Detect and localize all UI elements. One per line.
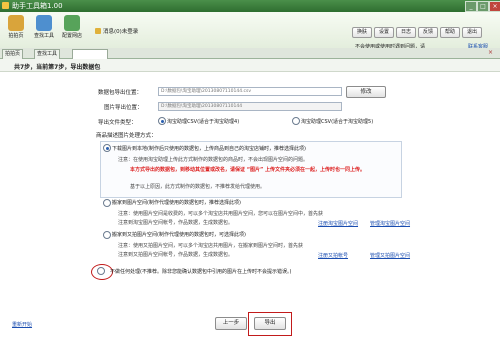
toolbar-home-button[interactable]: 拍拍页 xyxy=(2,12,30,48)
manage-taobao-space-link[interactable]: 管理淘宝图片空间 xyxy=(370,220,410,227)
tab-export[interactable] xyxy=(72,49,108,59)
option-taobao-space-note-1: 注意：使用图片空间是收费的，可以多个淘宝店共用图片空间，您可以在图片空间中，首先… xyxy=(118,211,324,217)
option-taobao-space-note-2: 注意到淘宝图片空间帐号，作品数据，生成数据包。 xyxy=(118,220,234,226)
home-icon xyxy=(8,15,24,31)
toolbar: 拍拍页 查找工具 配置网店 消息(0)未登录 换肤 设置 日志 反馈 帮助 退出… xyxy=(0,12,500,50)
option-no-processing-title[interactable]: 不做任何处理(不推荐。除非您能确认数据包中引用的图片在上传时不会提示错误。) xyxy=(110,268,291,275)
file-type-label: 导出文件类型： xyxy=(98,120,137,126)
modify-button[interactable]: 修改 xyxy=(346,86,386,98)
export-button[interactable]: 导出 xyxy=(254,317,286,330)
file-type-option-5[interactable]: 淘宝助理CSV(适合于淘宝助理5) xyxy=(301,118,373,125)
register-upyun-link[interactable]: 注册又拍帐号 xyxy=(318,252,348,259)
settings-button[interactable]: 设置 xyxy=(374,27,394,38)
toolbar-shop-config-button[interactable]: 配置网店 xyxy=(58,12,86,48)
help-button[interactable]: 帮助 xyxy=(440,27,460,38)
feedback-button[interactable]: 反馈 xyxy=(418,27,438,38)
log-button[interactable]: 日志 xyxy=(396,27,416,38)
window-title: 助手工具箱1.00 xyxy=(12,2,63,10)
tab-home[interactable]: 拍拍页 xyxy=(2,49,24,59)
message-icon xyxy=(95,28,101,34)
skin-button[interactable]: 换肤 xyxy=(352,27,372,38)
tab-bar: 拍拍页 查找工具 × xyxy=(0,48,500,59)
package-path-label: 数据包导出位置： xyxy=(98,90,143,96)
restart-link[interactable]: 重新开始 xyxy=(12,321,32,328)
option-download-note-1: 注意：在使用淘宝助理上传此方式制作的数据包的商品时，不会出现图片空间的问题。 xyxy=(118,157,309,163)
shop-config-icon xyxy=(64,15,80,31)
option-upyun-title[interactable]: 搬家到又拍图片空间(制作代理使用的数据包时，可选择此项) xyxy=(112,231,246,238)
app-icon xyxy=(2,2,9,9)
file-type-radio-5[interactable] xyxy=(292,117,300,125)
toolbar-search-tool-label: 查找工具 xyxy=(33,33,54,39)
option-upyun-note-1: 注意：使用又拍图片空间，可以多个淘宝店共用图片，在搬家到图片空间时，首先获 xyxy=(118,243,304,249)
file-type-radio-4[interactable] xyxy=(158,117,166,125)
option-upyun-note-2: 注意到又拍图片空间帐号，作品数据，生成数据包。 xyxy=(118,252,234,258)
toolbar-search-tool-button[interactable]: 查找工具 xyxy=(30,12,58,48)
option-taobao-space-radio[interactable] xyxy=(103,199,111,207)
image-path-input[interactable]: D:\数据包\淘宝助理\20130807110144 xyxy=(158,102,342,111)
toolbar-home-label: 拍拍页 xyxy=(8,33,24,39)
exit-button[interactable]: 退出 xyxy=(462,27,482,38)
option-download-note-2: 基于以上原因，此方式制作的数据包，不推荐发给代理使用。 xyxy=(130,184,266,190)
option-taobao-space-title[interactable]: 搬家到图片空间(制作代理使用的数据包时，推荐选择此项) xyxy=(112,199,241,206)
option-download-warning: 本方式导出的数据包，到移动其位置或改名，请保证 “图片” 上传文件夹必须在一起，… xyxy=(130,167,366,173)
image-handling-label: 商品描述图片处理方式： xyxy=(96,133,157,139)
option-upyun-radio[interactable] xyxy=(103,231,111,239)
minimize-button[interactable]: _ xyxy=(465,1,477,12)
previous-step-button[interactable]: 上一步 xyxy=(215,317,247,330)
step-bar: 共7步，当前第7步，导出数据包 xyxy=(0,59,500,72)
toolbar-shop-config-label: 配置网店 xyxy=(61,33,82,39)
option-download-radio[interactable] xyxy=(103,144,111,152)
manage-upyun-link[interactable]: 管理又拍图片空间 xyxy=(370,252,410,259)
register-taobao-space-link[interactable]: 注册淘宝图片空间 xyxy=(318,220,358,227)
search-icon xyxy=(36,15,52,31)
option-no-processing-radio[interactable] xyxy=(97,267,105,275)
image-path-label: 图片导出位置： xyxy=(104,105,143,111)
file-type-option-4[interactable]: 淘宝助理CSV(适合于淘宝助理4) xyxy=(167,118,239,125)
step-indicator: 共7步，当前第7步，导出数据包 xyxy=(14,64,101,71)
tab-search-tool[interactable]: 查找工具 xyxy=(34,49,61,59)
close-tab-icon[interactable]: × xyxy=(488,49,493,56)
option-download-title[interactable]: 下载图片到本地(制作后只使用的数据包，上传商品到自己的淘宝店铺时，推荐选择此项) xyxy=(112,145,306,152)
package-path-input[interactable]: D:\数据包\淘宝助理\20130807110144.csv xyxy=(158,87,342,96)
title-bar: 助手工具箱1.00 _ □ × xyxy=(0,0,500,12)
status-text[interactable]: 消息(0)未登录 xyxy=(103,27,138,35)
close-button[interactable]: × xyxy=(489,1,500,12)
maximize-button[interactable]: □ xyxy=(477,1,489,12)
